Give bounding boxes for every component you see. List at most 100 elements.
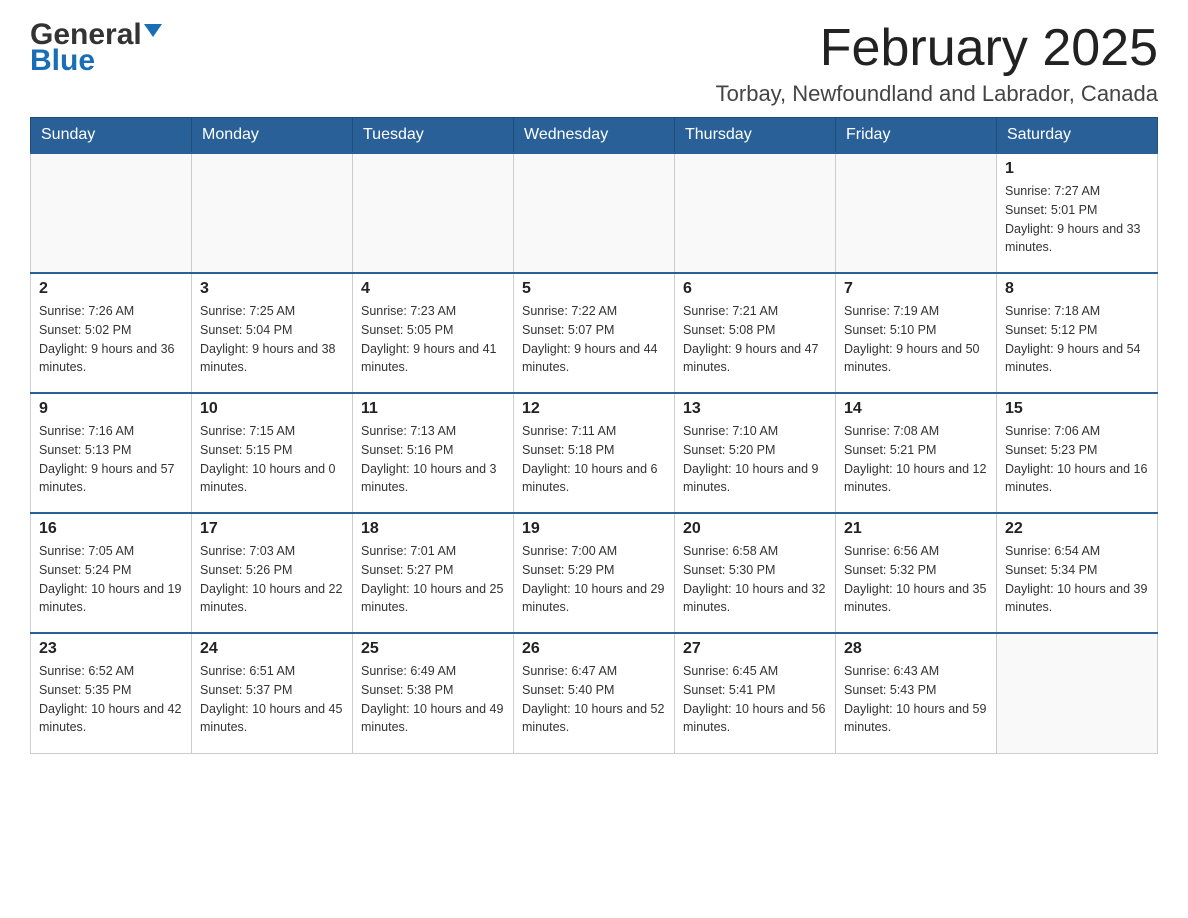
- day-info: Sunrise: 6:56 AMSunset: 5:32 PMDaylight:…: [844, 542, 988, 617]
- day-info: Sunrise: 7:16 AMSunset: 5:13 PMDaylight:…: [39, 422, 183, 497]
- day-info: Sunrise: 6:51 AMSunset: 5:37 PMDaylight:…: [200, 662, 344, 737]
- calendar-day: 12 Sunrise: 7:11 AMSunset: 5:18 PMDayligh…: [514, 393, 675, 513]
- day-info: Sunrise: 7:06 AMSunset: 5:23 PMDaylight:…: [1005, 422, 1149, 497]
- logo: General Blue: [30, 20, 162, 76]
- col-tuesday: Tuesday: [353, 118, 514, 154]
- day-number: 24: [200, 640, 344, 658]
- calendar-day: 19 Sunrise: 7:00 AMSunset: 5:29 PMDayligh…: [514, 513, 675, 633]
- day-info: Sunrise: 7:01 AMSunset: 5:27 PMDaylight:…: [361, 542, 505, 617]
- calendar-day: 20 Sunrise: 6:58 AMSunset: 5:30 PMDayligh…: [675, 513, 836, 633]
- day-info: Sunrise: 7:18 AMSunset: 5:12 PMDaylight:…: [1005, 302, 1149, 377]
- calendar-day: 6 Sunrise: 7:21 AMSunset: 5:08 PMDaylight…: [675, 273, 836, 393]
- day-info: Sunrise: 6:58 AMSunset: 5:30 PMDaylight:…: [683, 542, 827, 617]
- day-number: 20: [683, 520, 827, 538]
- calendar-day: 4 Sunrise: 7:23 AMSunset: 5:05 PMDaylight…: [353, 273, 514, 393]
- day-info: Sunrise: 7:00 AMSunset: 5:29 PMDaylight:…: [522, 542, 666, 617]
- day-number: 6: [683, 280, 827, 298]
- day-number: 1: [1005, 160, 1149, 178]
- calendar-day: 16 Sunrise: 7:05 AMSunset: 5:24 PMDayligh…: [31, 513, 192, 633]
- day-info: Sunrise: 7:21 AMSunset: 5:08 PMDaylight:…: [683, 302, 827, 377]
- day-number: 11: [361, 400, 505, 418]
- day-info: Sunrise: 7:26 AMSunset: 5:02 PMDaylight:…: [39, 302, 183, 377]
- month-year-title: February 2025: [716, 20, 1158, 77]
- day-number: 27: [683, 640, 827, 658]
- calendar-week-5: 23 Sunrise: 6:52 AMSunset: 5:35 PMDayligh…: [31, 633, 1158, 753]
- day-number: 13: [683, 400, 827, 418]
- day-number: 16: [39, 520, 183, 538]
- col-sunday: Sunday: [31, 118, 192, 154]
- day-info: Sunrise: 7:13 AMSunset: 5:16 PMDaylight:…: [361, 422, 505, 497]
- calendar-day: 10 Sunrise: 7:15 AMSunset: 5:15 PMDayligh…: [192, 393, 353, 513]
- title-section: February 2025 Torbay, Newfoundland and L…: [716, 20, 1158, 107]
- day-number: 18: [361, 520, 505, 538]
- day-number: 12: [522, 400, 666, 418]
- calendar-header-row: Sunday Monday Tuesday Wednesday Thursday…: [31, 118, 1158, 154]
- day-number: 17: [200, 520, 344, 538]
- calendar-table: Sunday Monday Tuesday Wednesday Thursday…: [30, 117, 1158, 754]
- calendar-day: 26Sunrise: 6:47 AMSunset: 5:40 PMDayligh…: [514, 633, 675, 753]
- logo-blue: Blue: [30, 46, 95, 76]
- day-info: Sunrise: 7:23 AMSunset: 5:05 PMDaylight:…: [361, 302, 505, 377]
- day-number: 5: [522, 280, 666, 298]
- day-number: 10: [200, 400, 344, 418]
- day-info: Sunrise: 7:25 AMSunset: 5:04 PMDaylight:…: [200, 302, 344, 377]
- col-friday: Friday: [836, 118, 997, 154]
- day-number: 2: [39, 280, 183, 298]
- location-subtitle: Torbay, Newfoundland and Labrador, Canad…: [716, 81, 1158, 107]
- day-number: 22: [1005, 520, 1149, 538]
- calendar-day: [997, 633, 1158, 753]
- day-number: 8: [1005, 280, 1149, 298]
- page-header: General Blue February 2025 Torbay, Newfo…: [30, 20, 1158, 107]
- calendar-week-2: 2 Sunrise: 7:26 AMSunset: 5:02 PMDaylight…: [31, 273, 1158, 393]
- col-monday: Monday: [192, 118, 353, 154]
- day-info: Sunrise: 7:15 AMSunset: 5:15 PMDaylight:…: [200, 422, 344, 497]
- calendar-day: 5 Sunrise: 7:22 AMSunset: 5:07 PMDaylight…: [514, 273, 675, 393]
- day-number: 25: [361, 640, 505, 658]
- calendar-day: 7Sunrise: 7:19 AMSunset: 5:10 PMDaylight…: [836, 273, 997, 393]
- day-number: 3: [200, 280, 344, 298]
- calendar-day: [675, 153, 836, 273]
- calendar-week-3: 9Sunrise: 7:16 AMSunset: 5:13 PMDaylight…: [31, 393, 1158, 513]
- calendar-day: [514, 153, 675, 273]
- day-info: Sunrise: 7:22 AMSunset: 5:07 PMDaylight:…: [522, 302, 666, 377]
- calendar-day: 8 Sunrise: 7:18 AMSunset: 5:12 PMDaylight…: [997, 273, 1158, 393]
- day-info: Sunrise: 7:05 AMSunset: 5:24 PMDaylight:…: [39, 542, 183, 617]
- col-thursday: Thursday: [675, 118, 836, 154]
- calendar-day: 28 Sunrise: 6:43 AMSunset: 5:43 PMDayligh…: [836, 633, 997, 753]
- day-number: 7: [844, 280, 988, 298]
- day-info: Sunrise: 6:52 AMSunset: 5:35 PMDaylight:…: [39, 662, 183, 737]
- day-info: Sunrise: 7:27 AMSunset: 5:01 PMDaylight:…: [1005, 182, 1149, 257]
- calendar-day: 21 Sunrise: 6:56 AMSunset: 5:32 PMDayligh…: [836, 513, 997, 633]
- day-number: 15: [1005, 400, 1149, 418]
- day-number: 19: [522, 520, 666, 538]
- day-info: Sunrise: 6:54 AMSunset: 5:34 PMDaylight:…: [1005, 542, 1149, 617]
- day-number: 4: [361, 280, 505, 298]
- calendar-day: 1 Sunrise: 7:27 AMSunset: 5:01 PMDaylight…: [997, 153, 1158, 273]
- day-number: 21: [844, 520, 988, 538]
- calendar-day: 14Sunrise: 7:08 AMSunset: 5:21 PMDayligh…: [836, 393, 997, 513]
- calendar-day: 13Sunrise: 7:10 AMSunset: 5:20 PMDayligh…: [675, 393, 836, 513]
- day-number: 28: [844, 640, 988, 658]
- day-info: Sunrise: 7:11 AMSunset: 5:18 PMDaylight:…: [522, 422, 666, 497]
- calendar-day: [353, 153, 514, 273]
- calendar-day: 23 Sunrise: 6:52 AMSunset: 5:35 PMDayligh…: [31, 633, 192, 753]
- day-info: Sunrise: 6:45 AMSunset: 5:41 PMDaylight:…: [683, 662, 827, 737]
- day-info: Sunrise: 6:43 AMSunset: 5:43 PMDaylight:…: [844, 662, 988, 737]
- calendar-day: [836, 153, 997, 273]
- day-info: Sunrise: 6:49 AMSunset: 5:38 PMDaylight:…: [361, 662, 505, 737]
- day-number: 26: [522, 640, 666, 658]
- calendar-day: 15 Sunrise: 7:06 AMSunset: 5:23 PMDayligh…: [997, 393, 1158, 513]
- calendar-day: 25 Sunrise: 6:49 AMSunset: 5:38 PMDayligh…: [353, 633, 514, 753]
- col-wednesday: Wednesday: [514, 118, 675, 154]
- calendar-week-1: 1 Sunrise: 7:27 AMSunset: 5:01 PMDaylight…: [31, 153, 1158, 273]
- calendar-day: 17Sunrise: 7:03 AMSunset: 5:26 PMDayligh…: [192, 513, 353, 633]
- calendar-day: 9Sunrise: 7:16 AMSunset: 5:13 PMDaylight…: [31, 393, 192, 513]
- calendar-day: 24 Sunrise: 6:51 AMSunset: 5:37 PMDayligh…: [192, 633, 353, 753]
- calendar-day: 18 Sunrise: 7:01 AMSunset: 5:27 PMDayligh…: [353, 513, 514, 633]
- calendar-day: 3 Sunrise: 7:25 AMSunset: 5:04 PMDaylight…: [192, 273, 353, 393]
- calendar-day: 2 Sunrise: 7:26 AMSunset: 5:02 PMDaylight…: [31, 273, 192, 393]
- day-info: Sunrise: 7:08 AMSunset: 5:21 PMDaylight:…: [844, 422, 988, 497]
- day-number: 23: [39, 640, 183, 658]
- logo-triangle-icon: [144, 24, 162, 37]
- calendar-day: 27 Sunrise: 6:45 AMSunset: 5:41 PMDayligh…: [675, 633, 836, 753]
